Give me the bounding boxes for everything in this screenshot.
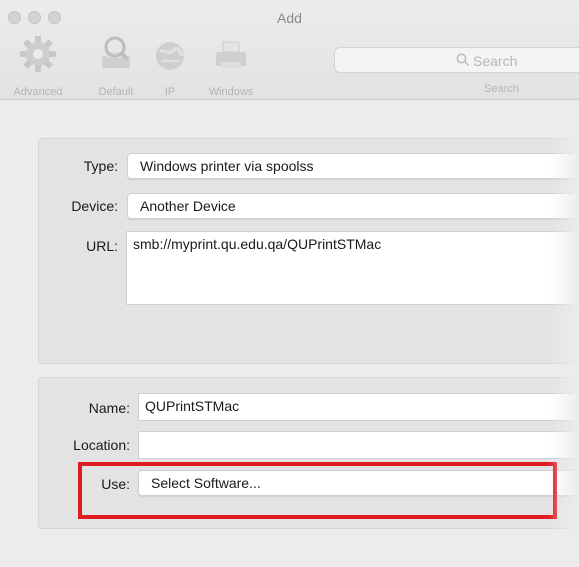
name-field[interactable]: QUPrintSTMac — [138, 393, 579, 421]
type-label: Type: — [83, 158, 118, 174]
name-label: Name: — [88, 400, 130, 416]
gear-icon — [20, 36, 56, 72]
toolbar-windows[interactable]: Windows — [196, 34, 266, 98]
printer-icon — [216, 41, 246, 68]
window-toolbar: Add Advanced Default IP Windows Search S… — [0, 0, 579, 100]
type-popup[interactable]: Windows printer via spoolss — [127, 153, 579, 179]
search-label: Search — [484, 83, 519, 95]
highlight-box — [78, 462, 557, 519]
toolbar-advanced-label: Advanced — [13, 86, 63, 98]
url-label: URL: — [86, 238, 118, 254]
printer-magnifier-icon — [102, 36, 130, 68]
toolbar-ip-label: IP — [164, 86, 176, 98]
window-title: Add — [277, 10, 302, 26]
url-field[interactable]: smb://myprint.qu.edu.qa/QUPrintSTMac — [126, 231, 579, 305]
toolbar-ip[interactable]: IP — [150, 34, 190, 98]
device-label: Device: — [71, 198, 118, 214]
search-icon — [456, 53, 470, 67]
location-field[interactable] — [138, 431, 579, 459]
location-label: Location: — [73, 437, 130, 453]
search-placeholder: Search — [473, 53, 518, 69]
toolbar-default-label: Default — [98, 86, 134, 98]
globe-icon — [156, 42, 185, 70]
search-field[interactable]: Search — [334, 47, 579, 73]
toolbar-advanced[interactable]: Advanced — [2, 34, 74, 98]
toolbar-windows-label: Windows — [208, 86, 254, 98]
toolbar-default[interactable]: Default — [86, 34, 146, 98]
device-popup[interactable]: Another Device — [127, 193, 579, 219]
